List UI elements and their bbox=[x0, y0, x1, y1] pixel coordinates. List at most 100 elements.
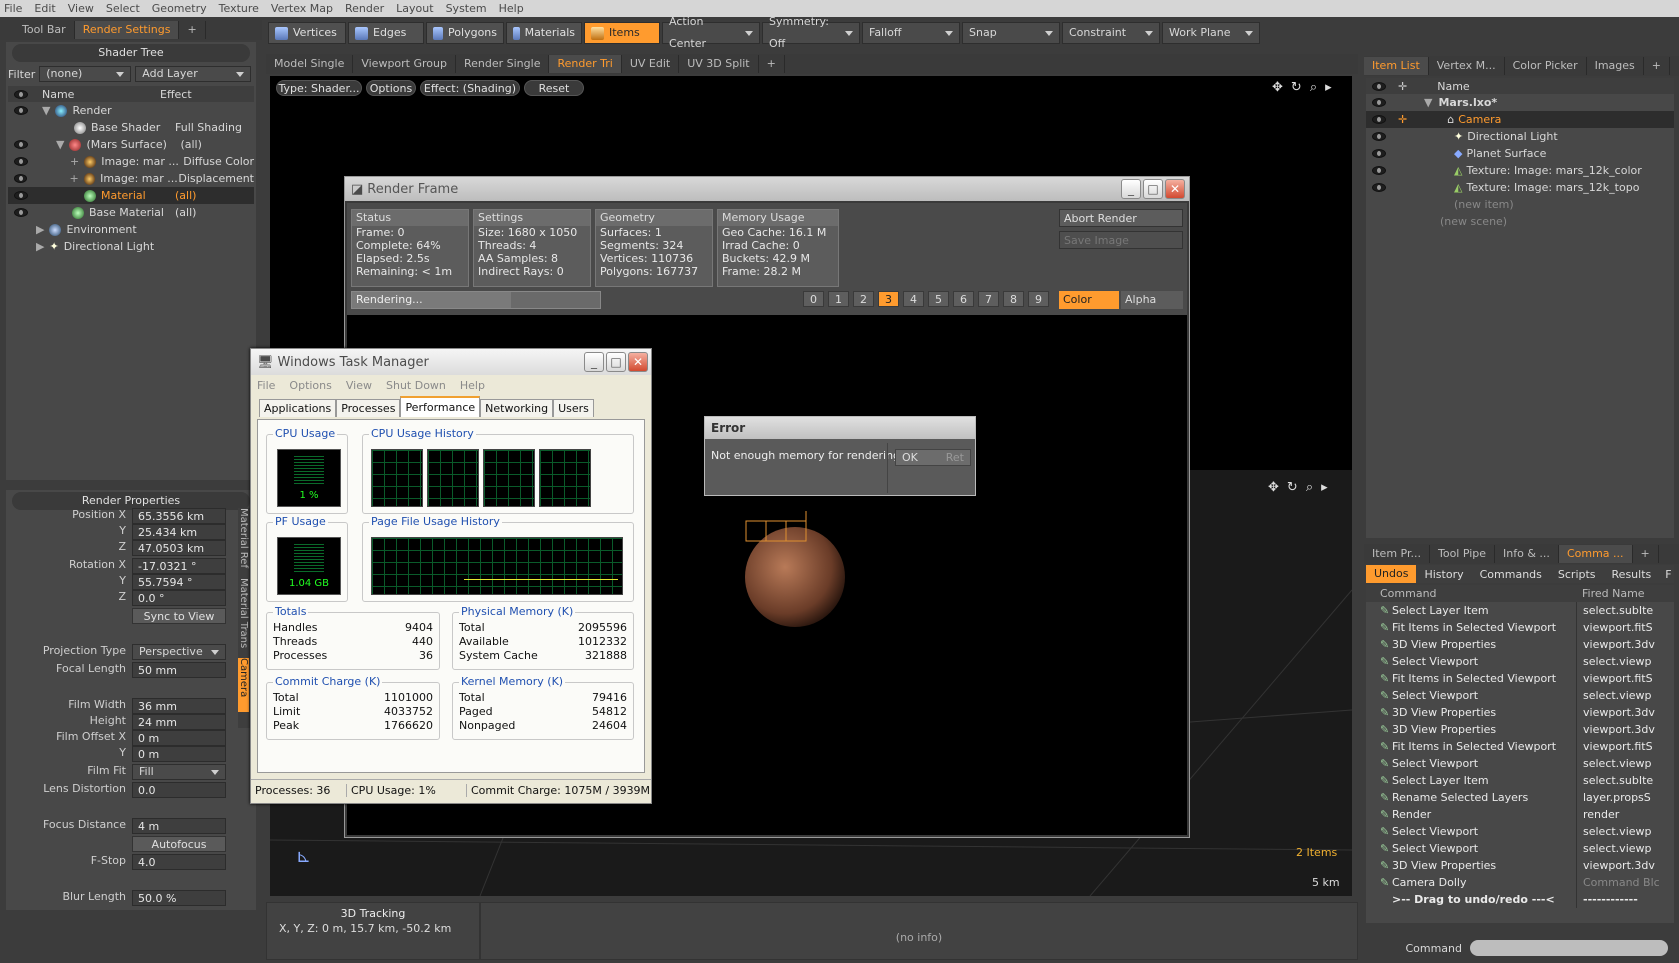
tab-vertex-map[interactable]: Vertex M... bbox=[1429, 57, 1505, 75]
history-row[interactable]: Rename Selected Layerslayer.propsS bbox=[1366, 789, 1674, 806]
shader-row-directional-light[interactable]: ▶ ✦ Directional Light bbox=[8, 238, 254, 255]
film-height-field[interactable]: 24 mm bbox=[132, 714, 226, 730]
shader-row-mars-surface[interactable]: ▼ (Mars Surface) (all) bbox=[8, 136, 254, 153]
eye-icon[interactable] bbox=[1372, 98, 1386, 107]
tab-render-single[interactable]: Render Single bbox=[456, 55, 550, 73]
plus-icon[interactable]: + bbox=[69, 170, 78, 187]
eye-icon[interactable] bbox=[14, 191, 28, 200]
tab-material-trans[interactable]: Material Trans bbox=[238, 578, 249, 658]
rotation-y-field[interactable]: 55.7594 ° bbox=[132, 574, 226, 590]
menu-vertex-map[interactable]: Vertex Map bbox=[271, 2, 333, 15]
options-button[interactable]: Options bbox=[366, 80, 416, 96]
film-fit-dropdown[interactable]: Fill bbox=[132, 764, 226, 780]
expand-view-icon[interactable]: ▸ bbox=[1325, 80, 1332, 95]
filter-dropdown[interactable]: (none) bbox=[39, 66, 132, 82]
expand-icon[interactable]: ▼ bbox=[1424, 94, 1432, 111]
expand-view-icon[interactable]: ▸ bbox=[1321, 480, 1328, 495]
shader-row-base-shader[interactable]: Base Shader Full Shading bbox=[8, 119, 254, 136]
save-image-button[interactable]: Save Image bbox=[1059, 231, 1183, 249]
menu-system[interactable]: System bbox=[446, 2, 487, 15]
eye-icon[interactable] bbox=[14, 157, 28, 166]
plus-icon[interactable]: + bbox=[70, 153, 79, 170]
history-row[interactable]: 3D View Propertiesviewport.3dv bbox=[1366, 857, 1674, 874]
add-view-tab-button[interactable]: + bbox=[759, 55, 785, 73]
history-row[interactable]: Select Viewportselect.viewp bbox=[1366, 755, 1674, 772]
eye-icon[interactable] bbox=[14, 174, 28, 183]
history-row[interactable]: Camera DollyCommand Blc bbox=[1366, 874, 1674, 891]
color-channel-button[interactable]: Color bbox=[1059, 291, 1119, 309]
menu-view[interactable]: View bbox=[68, 2, 94, 15]
tab-render-settings[interactable]: Render Settings bbox=[74, 21, 180, 39]
rotation-z-field[interactable]: 0.0 ° bbox=[132, 590, 226, 606]
add-tab-button[interactable]: + bbox=[1644, 57, 1670, 75]
autofocus-button[interactable]: Autofocus bbox=[132, 836, 226, 852]
eye-icon[interactable] bbox=[1372, 115, 1386, 124]
subtab-commands[interactable]: Commands bbox=[1472, 568, 1550, 581]
history-row[interactable]: Select Layer Itemselect.subIte bbox=[1366, 772, 1674, 789]
f-stop-field[interactable]: 4.0 bbox=[132, 854, 226, 870]
buffer-2-button[interactable]: 2 bbox=[853, 291, 874, 307]
menu-render[interactable]: Render bbox=[345, 2, 384, 15]
shader-row-image-color[interactable]: + Image: mar ... Diffuse Color bbox=[8, 153, 254, 170]
history-row[interactable]: Fit Items in Selected Viewportviewport.f… bbox=[1366, 670, 1674, 687]
expand-icon[interactable]: ▶ bbox=[36, 221, 44, 238]
history-drag-row[interactable]: >-- Drag to undo/redo ---< ------------ bbox=[1366, 891, 1674, 908]
sync-to-view-button[interactable]: Sync to View bbox=[132, 608, 226, 624]
position-x-field[interactable]: 65.3556 km bbox=[132, 508, 226, 524]
buffer-8-button[interactable]: 8 bbox=[1003, 291, 1024, 307]
history-row[interactable]: Fit Items in Selected Viewportviewport.f… bbox=[1366, 738, 1674, 755]
shader-row-base-material[interactable]: Base Material (all) bbox=[8, 204, 254, 221]
history-row[interactable]: Fit Items in Selected Viewportviewport.f… bbox=[1366, 619, 1674, 636]
lock-icon[interactable]: ✛ bbox=[1398, 111, 1407, 128]
tm-menu-options[interactable]: Options bbox=[289, 379, 331, 392]
edges-button[interactable]: Edges bbox=[348, 22, 424, 44]
tab-material-ref[interactable]: Material Ref bbox=[238, 508, 249, 578]
alpha-channel-button[interactable]: Alpha bbox=[1121, 291, 1183, 309]
close-button[interactable]: ✕ bbox=[1165, 179, 1185, 199]
symmetry-dropdown[interactable]: Symmetry: Off bbox=[762, 15, 860, 50]
projection-type-dropdown[interactable]: Perspective bbox=[132, 644, 226, 660]
history-row[interactable]: Select Layer Itemselect.subIte bbox=[1366, 602, 1674, 619]
shader-row-environment[interactable]: ▶ Environment bbox=[8, 221, 254, 238]
snap-dropdown[interactable]: Snap bbox=[962, 22, 1060, 44]
lens-distortion-field[interactable]: 0.0 bbox=[132, 782, 226, 798]
rotation-x-field[interactable]: -17.0321 ° bbox=[132, 558, 226, 574]
zoom-view-icon[interactable]: ⌕ bbox=[1310, 80, 1317, 95]
work-plane-dropdown[interactable]: Work Plane bbox=[1162, 22, 1260, 44]
tab-item-list[interactable]: Item List bbox=[1364, 57, 1429, 75]
reset-button[interactable]: Reset bbox=[524, 80, 584, 96]
focal-length-field[interactable]: 50 mm bbox=[132, 662, 226, 678]
item-row-scene[interactable]: ▼ Mars.lxo* bbox=[1366, 94, 1674, 111]
tm-menu-view[interactable]: View bbox=[346, 379, 372, 392]
film-offset-y-field[interactable]: 0 m bbox=[132, 746, 226, 762]
close-button[interactable]: ✕ bbox=[628, 352, 648, 372]
buffer-4-button[interactable]: 4 bbox=[903, 291, 924, 307]
type-shader-button[interactable]: Type: Shader... bbox=[276, 80, 362, 96]
tab-tool-bar[interactable]: Tool Bar bbox=[0, 21, 75, 39]
menu-file[interactable]: File bbox=[4, 2, 22, 15]
position-z-field[interactable]: 47.0503 km bbox=[132, 540, 226, 556]
tab-tool-pipe[interactable]: Tool Pipe bbox=[1430, 545, 1496, 563]
item-row-directional-light[interactable]: ✦ Directional Light bbox=[1366, 128, 1674, 145]
shader-row-material[interactable]: Material (all) bbox=[8, 187, 254, 204]
tab-applications[interactable]: Applications bbox=[259, 399, 337, 417]
materials-button[interactable]: Materials bbox=[506, 22, 582, 44]
tab-model-single[interactable]: Model Single bbox=[266, 55, 354, 73]
eye-icon[interactable] bbox=[14, 106, 28, 115]
command-input[interactable] bbox=[1470, 940, 1668, 956]
shader-row-render[interactable]: ▼ Render bbox=[8, 102, 254, 119]
add-tab-button[interactable]: + bbox=[179, 21, 206, 39]
blur-length-field[interactable]: 50.0 % bbox=[132, 890, 226, 906]
error-ok-button[interactable]: OK Ret bbox=[895, 449, 971, 466]
tab-info[interactable]: Info & ... bbox=[1495, 545, 1559, 563]
rotate-view-icon[interactable]: ↻ bbox=[1291, 80, 1302, 95]
tab-camera[interactable]: Camera bbox=[238, 658, 249, 712]
constraint-dropdown[interactable]: Constraint bbox=[1062, 22, 1160, 44]
add-tab-button[interactable]: + bbox=[1633, 545, 1659, 563]
eye-icon[interactable] bbox=[1372, 166, 1386, 175]
subtab-results[interactable]: Results bbox=[1604, 568, 1660, 581]
menu-layout[interactable]: Layout bbox=[396, 2, 433, 15]
minimize-button[interactable]: _ bbox=[584, 352, 604, 372]
buffer-0-button[interactable]: 0 bbox=[803, 291, 824, 307]
move-view-icon[interactable]: ✥ bbox=[1272, 80, 1283, 95]
